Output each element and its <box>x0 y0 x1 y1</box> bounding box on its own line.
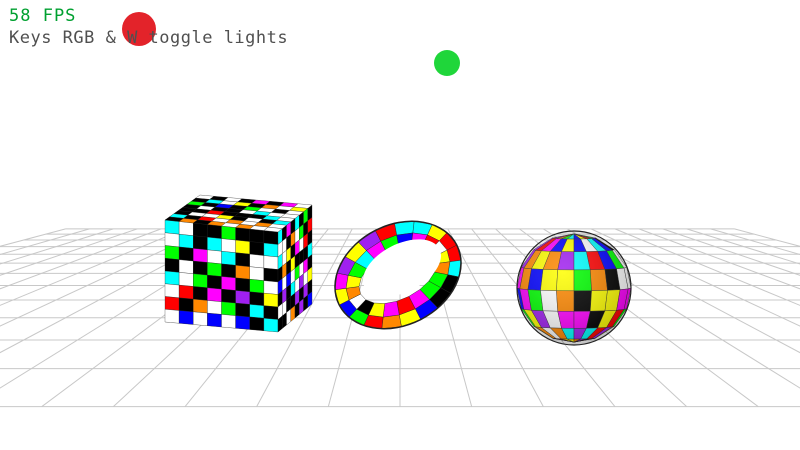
cube-front-face <box>164 219 279 333</box>
textured-torus[interactable] <box>316 200 479 349</box>
green-light-sphere[interactable] <box>434 50 460 76</box>
textured-cube[interactable] <box>164 194 313 333</box>
fps-counter: 58 FPS <box>9 6 77 26</box>
textured-sphere[interactable] <box>516 230 632 346</box>
controls-help-text: Keys RGB & W toggle lights <box>9 28 289 48</box>
3d-viewport[interactable] <box>0 0 800 450</box>
